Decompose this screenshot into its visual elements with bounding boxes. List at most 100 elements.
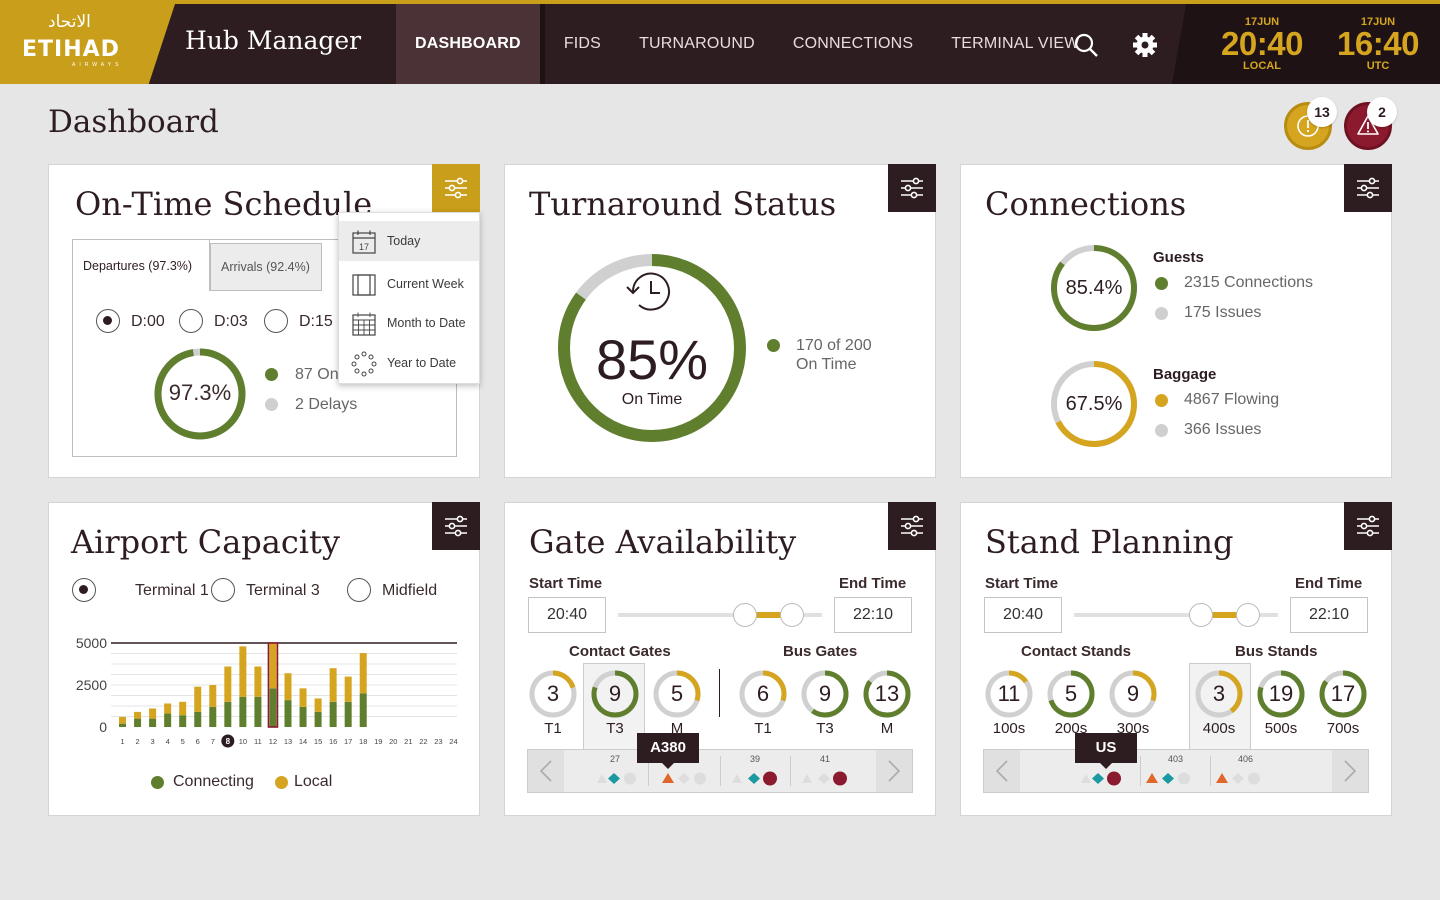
x-tick-label: 21	[404, 737, 412, 746]
bar-local	[164, 703, 172, 714]
calendar-day-number: 17	[359, 242, 369, 252]
airport-capacity-card: Airport Capacity Terminal 1 Terminal 3 M…	[48, 502, 480, 816]
calendar-month-icon	[352, 312, 376, 336]
gate-count: 9	[608, 681, 622, 706]
legend-connecting-dot	[151, 776, 164, 789]
local-clock: 17JUN 20:40 LOCAL	[1216, 16, 1308, 72]
bar-connecting	[239, 696, 247, 727]
gates-end-time[interactable]: 22:10	[834, 597, 912, 633]
x-tick-label: 16	[329, 737, 337, 746]
radio-terminal-1[interactable]	[72, 578, 96, 602]
radio-midfield[interactable]	[347, 578, 371, 602]
guests-issues: 175 Issues	[1184, 304, 1262, 321]
search-icon[interactable]	[1073, 32, 1099, 58]
bar-local	[314, 698, 322, 712]
turnaround-filter-button[interactable]	[888, 164, 936, 212]
stands-end-time[interactable]: 22:10	[1290, 597, 1368, 633]
bar-connecting	[164, 713, 172, 727]
bar-connecting	[299, 706, 307, 727]
nav-turnaround[interactable]: TURNAROUND	[620, 4, 774, 84]
gates-slider-start-handle[interactable]	[733, 603, 757, 627]
capacity-filter-button[interactable]	[432, 502, 480, 550]
gates-filter-button[interactable]	[888, 502, 936, 550]
turnaround-title: Turnaround Status	[529, 185, 837, 223]
nav-dashboard[interactable]: DASHBOARD	[396, 4, 540, 84]
bar-connecting	[359, 693, 367, 727]
info-alert-count: 13	[1307, 97, 1337, 127]
radio-d03[interactable]	[179, 309, 203, 333]
period-year-to-date[interactable]: Year to Date	[339, 343, 479, 383]
on-time-filter-button[interactable]	[432, 164, 480, 212]
gear-icon[interactable]	[1132, 32, 1158, 58]
bar-local	[329, 668, 337, 702]
period-dropdown: 17 Today Current Week Month to Date Year…	[338, 212, 480, 384]
gates-col-27: 27	[610, 754, 621, 764]
contact-stands-label: Contact Stands	[1021, 643, 1132, 660]
stand-count: 17	[1330, 681, 1356, 706]
legend-delays-dot	[265, 398, 278, 411]
bar-local	[149, 708, 157, 719]
baggage-heading: Baggage	[1153, 366, 1217, 383]
stand-label: 700s	[1326, 720, 1360, 737]
stands-start-time[interactable]: 20:40	[984, 597, 1062, 633]
gate-label: T3	[816, 720, 834, 737]
stands-airline-tooltip: US	[1075, 733, 1137, 769]
x-tick-label: 12	[269, 737, 277, 746]
main-nav: DASHBOARD FIDS TURNAROUND CONNECTIONS TE…	[396, 4, 1099, 84]
stands-end-label: End Time	[1295, 575, 1363, 592]
radio-d00[interactable]	[96, 309, 120, 333]
period-today[interactable]: 17 Today	[339, 221, 479, 261]
legend-on-time: 87 On	[295, 366, 339, 383]
stands-strip-markers	[1081, 771, 1260, 786]
gates-start-time[interactable]: 20:40	[528, 597, 606, 633]
bar-local	[119, 716, 127, 724]
gates-col-41: 41	[820, 754, 831, 764]
stands-slider-end-handle[interactable]	[1236, 603, 1260, 627]
gates-title: Gate Availability	[529, 523, 797, 561]
bus-stands-label: Bus Stands	[1235, 643, 1318, 660]
gates-prev-button[interactable]	[528, 750, 564, 792]
bar-connecting	[134, 718, 142, 727]
stands-col-406: 406	[1238, 754, 1254, 764]
guests-ring-value: 85.4%	[1065, 277, 1123, 299]
radio-d15[interactable]	[264, 309, 288, 333]
period-current-week[interactable]: Current Week	[339, 264, 479, 304]
period-month-to-date[interactable]: Month to Date	[339, 303, 479, 343]
logo-arabic-text: الاتحاد	[48, 12, 91, 32]
tab-arrivals[interactable]: Arrivals (92.4%)	[210, 243, 322, 291]
bar-connecting	[149, 718, 157, 727]
connections-filter-button[interactable]	[1344, 164, 1392, 212]
nav-fids[interactable]: FIDS	[545, 4, 620, 84]
x-tick-label: 14	[299, 737, 307, 746]
stands-start-label: Start Time	[985, 575, 1059, 592]
y-tick-label: 5000	[76, 635, 107, 651]
radio-d03-label: D:03	[214, 313, 248, 330]
stands-filter-button[interactable]	[1344, 502, 1392, 550]
warning-alerts-button[interactable]: 2	[1344, 97, 1397, 150]
chevron-left-icon	[539, 760, 552, 782]
gates-slider-end-handle[interactable]	[780, 603, 804, 627]
radio-terminal-3[interactable]	[211, 578, 235, 602]
gates-start-label: Start Time	[529, 575, 603, 592]
history-clock-icon	[626, 272, 670, 311]
baggage-issues: 366 Issues	[1184, 421, 1262, 438]
capacity-title: Airport Capacity	[71, 523, 340, 561]
nav-connections[interactable]: CONNECTIONS	[774, 4, 932, 84]
guests-issues-dot	[1155, 307, 1168, 320]
etihad-logo[interactable]: الاتحاد ETIHAD AIRWAYS	[0, 4, 175, 84]
logo-wordmark: ETIHAD	[22, 37, 120, 62]
tab-departures[interactable]: Departures (97.3%)	[72, 239, 210, 291]
gates-aircraft-tooltip: A380	[637, 733, 699, 769]
info-alerts-button[interactable]: 13	[1284, 97, 1337, 150]
stands-timeline-strip: 403 406	[983, 749, 1369, 793]
bar-local	[179, 701, 187, 716]
period-month-to-date-label: Month to Date	[387, 316, 466, 330]
legend-connecting: Connecting	[173, 773, 254, 790]
utc-clock: 17JUN 16:40 UTC	[1332, 16, 1424, 72]
gate-count: 6	[756, 681, 770, 706]
x-tick-label: 24	[449, 737, 457, 746]
stands-prev-button[interactable]	[984, 750, 1020, 792]
bar-local	[239, 646, 247, 697]
stands-slider-start-handle[interactable]	[1189, 603, 1213, 627]
on-time-ring-value: 97.3%	[168, 380, 232, 405]
